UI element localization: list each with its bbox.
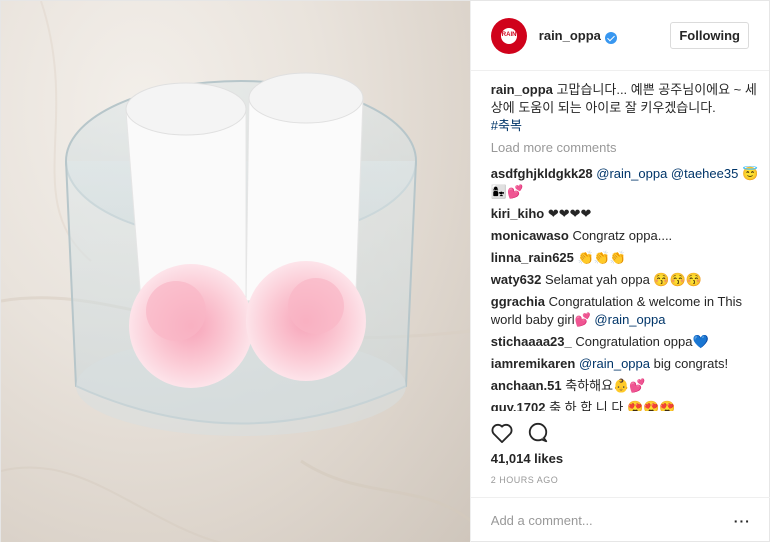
comment-text: Selamat yah oppa 😚😚😚 (545, 272, 702, 287)
comment-mention[interactable]: @rain_oppa (579, 356, 650, 371)
comment-text: Congratz oppa.... (572, 228, 673, 243)
comment-username[interactable]: linna_rain625 (491, 250, 574, 265)
comments-list[interactable]: rain_oppa 고맙습니다... 예쁜 공주님이에요 ~ 세상에 도움이 되… (491, 81, 761, 411)
add-comment-input[interactable] (490, 513, 734, 528)
baby-socks-photo (1, 1, 470, 542)
comment-item: iamremikaren @rain_oppa big congrats! (491, 355, 761, 373)
comment-text: Congratulation oppa💙 (575, 334, 709, 349)
post-header: RAIN rain_oppa Following (470, 1, 769, 71)
likes-count[interactable]: 41,014 likes (491, 451, 563, 466)
comment-item: quy.1702 축 하 합 니 다 😍😍😍 (491, 399, 761, 411)
comment-text-after: big congrats! (653, 356, 729, 371)
caption-username[interactable]: rain_oppa (491, 82, 553, 97)
comment-item: anchaan.51 축하해요👶💕 (491, 377, 761, 395)
comment-item: linna_rain625 👏👏👏 (491, 249, 761, 267)
post-timestamp: 2 HOURS AGO (490, 475, 559, 485)
comment-username[interactable]: stichaaaa23_ (491, 334, 572, 349)
comment-text: ❤❤❤❤ (547, 206, 592, 221)
comment-username[interactable]: kiri_kiho (491, 206, 544, 221)
comment-item: ggrachia Congratulation & welcome in Thi… (491, 293, 761, 329)
comment-username[interactable]: iamremikaren (491, 356, 576, 371)
comment-username[interactable]: anchaan.51 (491, 378, 562, 393)
comment-username[interactable]: monicawaso (491, 228, 569, 243)
action-bar (491, 422, 751, 446)
comment-item: kiri_kiho ❤❤❤❤ (491, 205, 761, 223)
caption: rain_oppa 고맙습니다... 예쁜 공주님이에요 ~ 세상에 도움이 되… (491, 81, 761, 135)
comment-username[interactable]: ggrachia (491, 294, 545, 309)
comment-username[interactable]: waty632 (491, 272, 542, 287)
comment-text: 축 하 합 니 다 😍😍😍 (549, 400, 676, 411)
load-more-comments-link[interactable]: Load more comments (491, 139, 761, 157)
comment-item: asdfghjkldgkk28 @rain_oppa @taehee35 😇👩‍… (491, 165, 761, 201)
comment-mention[interactable]: @rain_oppa (594, 312, 665, 327)
username-link[interactable]: rain_oppa (539, 28, 601, 43)
verified-badge-icon (604, 31, 617, 44)
post-photo[interactable] (1, 1, 470, 542)
comment-text: 👏👏👏 (577, 250, 627, 265)
add-comment-bar: ··· (470, 497, 770, 542)
instagram-post: RAIN rain_oppa Following rain_oppa 고맙습니다… (0, 0, 770, 542)
comment-username[interactable]: asdfghjkldgkk28 (491, 166, 593, 181)
comment-item: stichaaaa23_ Congratulation oppa💙 (491, 333, 761, 351)
following-button[interactable]: Following (670, 22, 749, 49)
comment-item: waty632 Selamat yah oppa 😚😚😚 (491, 271, 761, 289)
comment-text: 축하해요👶💕 (565, 378, 646, 393)
like-heart-icon[interactable] (491, 423, 513, 446)
comment-mention[interactable]: @rain_oppa @taehee35 (596, 166, 738, 181)
avatar[interactable]: RAIN (490, 17, 527, 54)
avatar-label: RAIN (501, 31, 517, 38)
more-options-icon[interactable]: ··· (734, 513, 751, 529)
comment-bubble-icon[interactable] (527, 422, 549, 447)
post-sidebar: RAIN rain_oppa Following rain_oppa 고맙습니다… (469, 1, 770, 542)
comment-username[interactable]: quy.1702 (491, 400, 546, 411)
comment-item: monicawaso Congratz oppa.... (491, 227, 761, 245)
caption-hashtag[interactable]: #축복 (491, 118, 522, 133)
